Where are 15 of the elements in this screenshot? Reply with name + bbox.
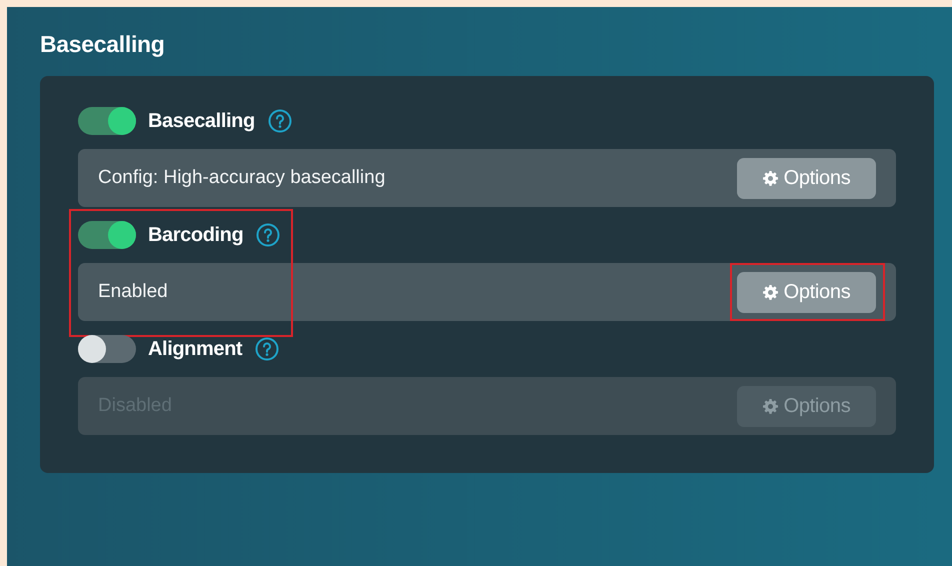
help-icon[interactable]: [268, 109, 292, 133]
options-button[interactable]: Options: [737, 272, 876, 312]
section-title: Basecalling: [40, 31, 166, 58]
options-button[interactable]: Options: [737, 158, 876, 198]
toggle-switch[interactable]: [78, 107, 136, 135]
status-text: Config: High-accuracy basecalling: [98, 167, 386, 189]
status-text: Enabled: [98, 281, 168, 303]
toggle-label: Barcoding: [148, 224, 244, 246]
gear-icon: [762, 398, 778, 414]
gear-icon: [762, 284, 778, 300]
gear-icon: [762, 170, 778, 186]
toggle-label: Alignment: [148, 338, 242, 360]
toggle-switch[interactable]: [78, 221, 136, 249]
help-icon[interactable]: [256, 223, 280, 247]
toggle-label: Basecalling: [148, 110, 255, 132]
